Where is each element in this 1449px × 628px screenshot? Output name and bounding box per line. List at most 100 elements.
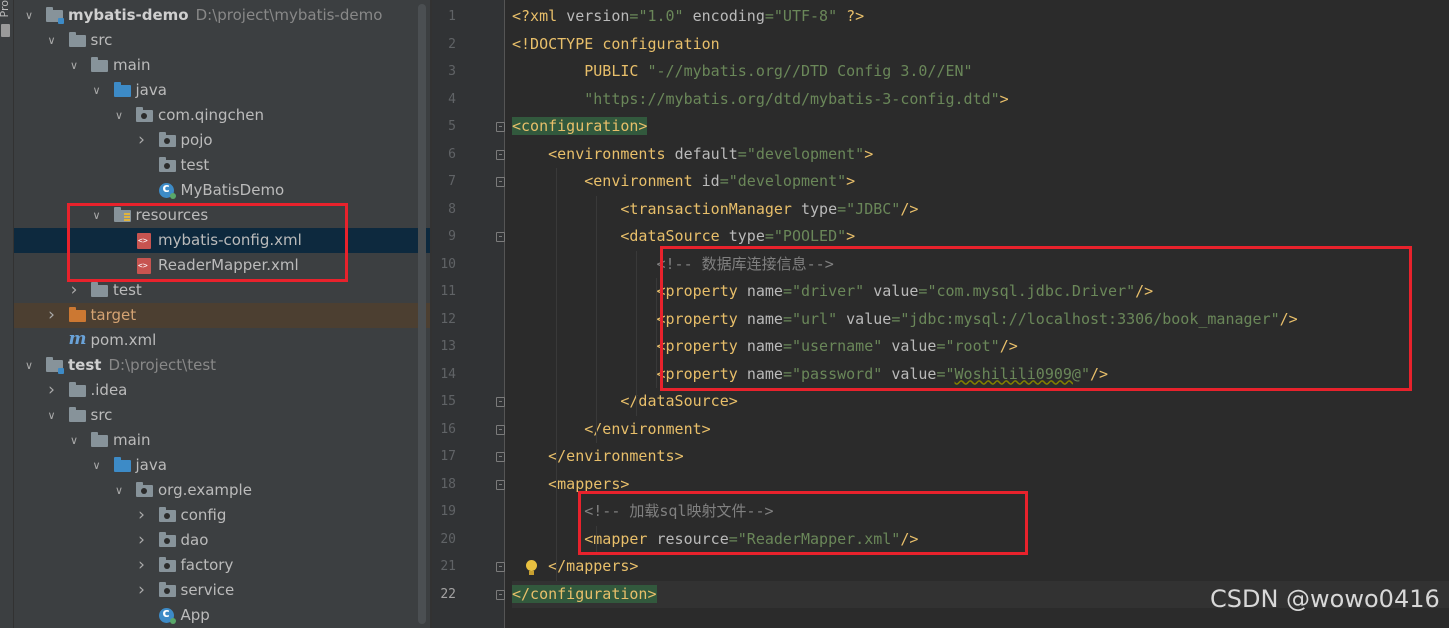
line-number: 13 [440, 339, 456, 354]
chevron-right-icon[interactable]: › [67, 278, 81, 303]
code-line[interactable]: <environments default="development"> [512, 141, 873, 168]
code-line[interactable]: <environment id="development"> [512, 168, 855, 195]
chevron-down-icon[interactable]: ∨ [22, 3, 36, 28]
tree-item-org-example[interactable]: ∨ org.example [14, 478, 430, 503]
tree-item-app[interactable]: App [14, 603, 430, 628]
fold-marker-icon[interactable] [496, 397, 505, 407]
code-line[interactable]: <!DOCTYPE configuration [512, 31, 720, 58]
tree-item-readermapper-xml[interactable]: ReaderMapper.xml [14, 253, 430, 278]
tree-item-src[interactable]: ∨ src [14, 403, 430, 428]
code-line[interactable]: <property name="driver" value="com.mysql… [512, 278, 1154, 305]
chevron-down-icon[interactable]: ∨ [45, 28, 59, 53]
chevron-down-icon[interactable]: ∨ [22, 353, 36, 378]
fold-marker-icon[interactable] [496, 232, 505, 242]
chevron-down-icon[interactable]: ∨ [67, 428, 81, 453]
tree-item-resources[interactable]: ∨ resources [14, 203, 430, 228]
chevron-right-icon[interactable]: › [135, 528, 149, 553]
chevron-right-icon[interactable]: › [135, 553, 149, 578]
line-number: 11 [440, 284, 456, 299]
line-number: 21 [440, 559, 456, 574]
fold-marker-icon[interactable] [496, 424, 505, 435]
line-number: 9 [448, 229, 456, 244]
package-icon [136, 482, 153, 498]
chevron-right-icon[interactable]: › [135, 128, 149, 153]
code-line[interactable]: <mappers> [512, 471, 629, 498]
project-tool-icon[interactable] [1, 24, 10, 37]
tree-item-test[interactable]: test [14, 153, 430, 178]
code-line[interactable]: </environment> [512, 416, 710, 443]
code-line[interactable]: <property name="password" value="Woshili… [512, 361, 1109, 388]
maven-icon: m [68, 329, 87, 349]
tree-item-pom-xml[interactable]: m pom.xml [14, 328, 430, 353]
fold-marker-icon[interactable] [496, 562, 505, 572]
code-line[interactable]: <transactionManager type="JDBC"/> [512, 196, 918, 223]
tree-item-main[interactable]: ∨ main [14, 428, 430, 453]
chevron-right-icon[interactable]: › [45, 303, 59, 328]
code-line[interactable]: <property name="username" value="root"/> [512, 333, 1018, 360]
code-line[interactable]: PUBLIC "-//mybatis.org//DTD Config 3.0//… [512, 58, 972, 85]
code-line[interactable]: </environments> [512, 443, 683, 470]
tree-item-test[interactable]: › test [14, 278, 430, 303]
project-scrollbar[interactable] [418, 4, 426, 624]
code-line[interactable]: </dataSource> [512, 388, 737, 415]
fold-marker-icon[interactable] [496, 589, 505, 600]
code-line[interactable]: <?xml version="1.0" encoding="UTF-8" ?> [512, 3, 864, 30]
code-line[interactable]: <dataSource type="POOLED"> [512, 223, 855, 250]
java-class-icon [158, 606, 176, 624]
code-line[interactable]: <mapper resource="ReaderMapper.xml"/> [512, 526, 918, 553]
project-tool-label[interactable]: Pro [0, 0, 11, 17]
indent-guide [596, 525, 597, 553]
tree-item-pojo[interactable]: › pojo [14, 128, 430, 153]
tree-item-label: config [180, 506, 227, 524]
code-line[interactable]: <property name="url" value="jdbc:mysql:/… [512, 306, 1298, 333]
tree-item-config[interactable]: › config [14, 503, 430, 528]
intention-bulb-icon[interactable] [525, 560, 537, 576]
tree-item-com-qingchen[interactable]: ∨ com.qingchen [14, 103, 430, 128]
chevron-down-icon[interactable]: ∨ [90, 453, 104, 478]
code-line[interactable]: <!-- 加载sql映射文件--> [512, 498, 773, 525]
code-editor[interactable]: 1 2 3 4 5 6 7 8 9 10 11 12 13 14 15 16 17 18 19 20 21 22 <?xm… [432, 0, 1449, 628]
fold-marker-icon[interactable] [496, 177, 505, 187]
tree-item-java[interactable]: ∨ java [14, 78, 430, 103]
chevron-down-icon[interactable]: ∨ [45, 403, 59, 428]
chevron-right-icon[interactable]: › [135, 503, 149, 528]
chevron-down-icon[interactable]: ∨ [90, 203, 104, 228]
tree-item-label: java [135, 456, 167, 474]
tree-item-main[interactable]: ∨ main [14, 53, 430, 78]
fold-marker-icon[interactable] [496, 149, 505, 160]
tree-item-target[interactable]: › target [14, 303, 430, 328]
tree-item-dao[interactable]: › dao [14, 528, 430, 553]
package-icon [158, 532, 176, 548]
chevron-right-icon[interactable]: › [135, 578, 149, 603]
tree-item-label: main [113, 56, 151, 74]
line-number: 1 [448, 9, 456, 24]
folder-icon [113, 82, 131, 98]
chevron-down-icon[interactable]: ∨ [112, 478, 126, 503]
tree-item-test[interactable]: ∨ test D:\project\test [14, 353, 430, 378]
package-icon [158, 132, 176, 148]
chevron-down-icon[interactable]: ∨ [112, 103, 126, 128]
code-line[interactable]: "https://mybatis.org/dtd/mybatis-3-confi… [512, 86, 1008, 113]
line-number: 20 [440, 531, 456, 547]
tree-item-mybatisdemo[interactable]: MyBatisDemo [14, 178, 430, 203]
tree-item-label: org.example [158, 481, 252, 499]
line-number: 5 [448, 119, 456, 134]
tree-item-src[interactable]: ∨ src [14, 28, 430, 53]
fold-marker-icon[interactable] [496, 479, 505, 490]
chevron-down-icon[interactable]: ∨ [67, 53, 81, 78]
chevron-right-icon[interactable]: › [45, 378, 59, 403]
line-number: 4 [448, 91, 456, 107]
tree-item-java[interactable]: ∨ java [14, 453, 430, 478]
fold-marker-icon[interactable] [496, 122, 505, 132]
fold-marker-icon[interactable] [496, 452, 505, 462]
code-line[interactable]: <configuration> [512, 113, 648, 140]
code-line[interactable]: <!-- 数据库连接信息--> [512, 251, 834, 278]
chevron-down-icon[interactable]: ∨ [90, 78, 104, 103]
tree-item-idea[interactable]: › .idea [14, 378, 430, 403]
tree-item-mybatis-demo[interactable]: ∨ mybatis-demo D:\project\mybatis-demo [14, 3, 430, 28]
tree-item-factory[interactable]: › factory [14, 553, 430, 578]
tree-item-service[interactable]: › service [14, 578, 430, 603]
tree-item-mybatis-config-xml[interactable]: mybatis-config.xml [14, 228, 430, 253]
tree-item-label: com.qingchen [158, 106, 265, 124]
tree-item-label: mybatis-config.xml [158, 231, 302, 249]
